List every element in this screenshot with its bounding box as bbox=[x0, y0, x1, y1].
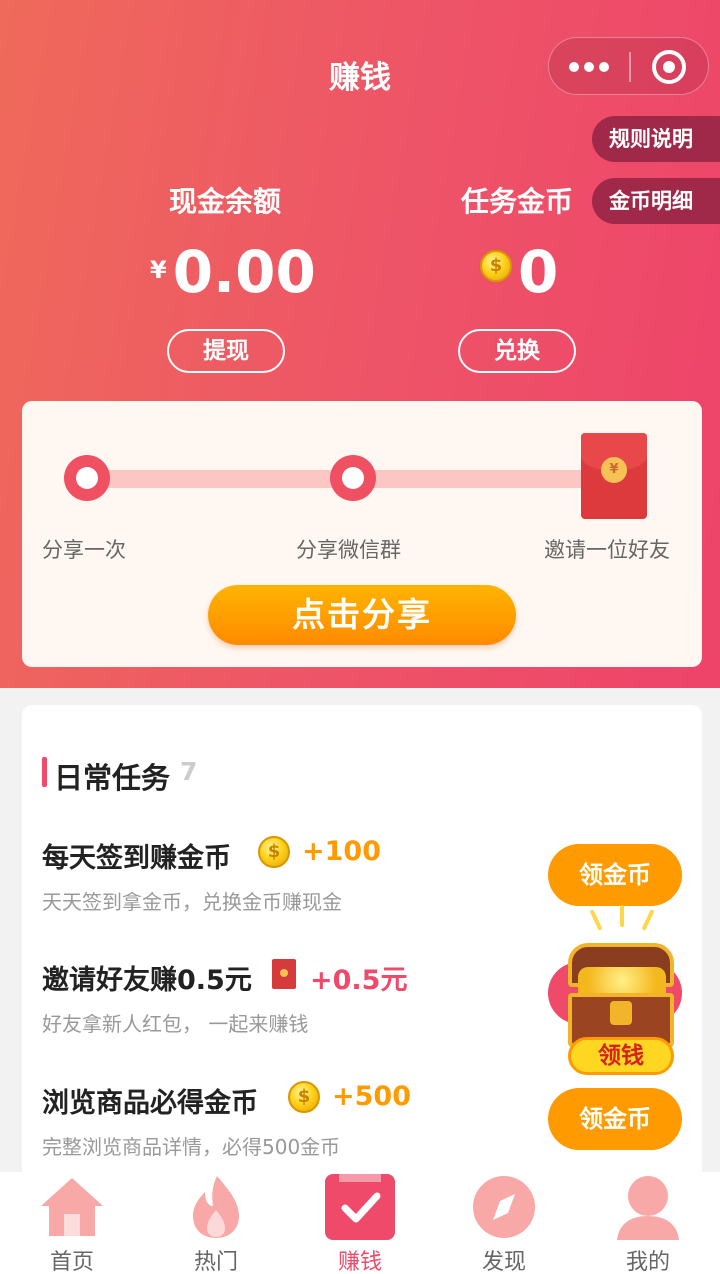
task-title-checkin: 每天签到赚金币 bbox=[42, 843, 231, 874]
task-subtitle-checkin: 天天签到拿金币，兑换金币赚现金 bbox=[42, 890, 342, 914]
step-dot-2 bbox=[330, 455, 376, 501]
earn-checklist-icon bbox=[325, 1174, 395, 1240]
bottom-tab-bar: 首页 热门 赚钱 发现 我的 bbox=[0, 1172, 720, 1274]
coins-amount: 0 bbox=[518, 238, 559, 306]
task-reward-browse: +500 bbox=[332, 1081, 411, 1112]
cash-balance-label: 现金余额 bbox=[168, 185, 281, 218]
chest-ray bbox=[641, 909, 655, 931]
close-mini-program-icon[interactable] bbox=[652, 50, 686, 84]
tab-label-discover: 发现 bbox=[481, 1250, 526, 1274]
capsule-divider bbox=[629, 52, 631, 82]
rules-tab[interactable]: 规则说明 bbox=[592, 116, 720, 162]
compass-icon bbox=[473, 1176, 535, 1238]
exchange-button[interactable]: 兑换 bbox=[458, 329, 576, 373]
tab-home[interactable]: 首页 bbox=[0, 1172, 144, 1274]
step-label-2: 分享微信群 bbox=[296, 538, 401, 562]
withdraw-button[interactable]: 提现 bbox=[167, 329, 285, 373]
cash-balance-value: ¥0.00 bbox=[150, 238, 316, 306]
task-reward-checkin: +100 bbox=[302, 836, 381, 867]
currency-symbol: ¥ bbox=[150, 256, 167, 284]
chest-ray bbox=[620, 905, 624, 927]
section-accent-bar bbox=[42, 757, 47, 787]
chest-lock-icon bbox=[610, 1001, 632, 1025]
coin-details-tab[interactable]: 金币明细 bbox=[592, 178, 720, 224]
share-button[interactable]: 点击分享 bbox=[208, 585, 516, 645]
more-icon[interactable] bbox=[569, 56, 619, 78]
treasure-chest-widget[interactable]: 领钱 bbox=[558, 905, 686, 1080]
chest-ray bbox=[589, 909, 603, 931]
tab-discover[interactable]: 发现 bbox=[432, 1172, 576, 1274]
step-label-1: 分享一次 bbox=[42, 538, 126, 562]
tab-profile[interactable]: 我的 bbox=[576, 1172, 720, 1274]
tab-label-profile: 我的 bbox=[625, 1250, 670, 1274]
task-coins-value: 0 bbox=[480, 238, 558, 306]
daily-tasks-title: 日常任务 bbox=[54, 761, 171, 795]
red-packet-seal: ¥ bbox=[601, 457, 627, 483]
red-packet-icon bbox=[272, 959, 296, 989]
tab-label-hot: 热门 bbox=[193, 1250, 238, 1274]
step-dot-1 bbox=[64, 455, 110, 501]
flame-icon bbox=[193, 1176, 239, 1238]
cash-amount: 0.00 bbox=[172, 238, 316, 306]
claim-coins-button-checkin[interactable]: 领金币 bbox=[548, 844, 682, 906]
user-icon bbox=[617, 1176, 679, 1240]
task-subtitle-invite: 好友拿新人红包， 一起来赚钱 bbox=[42, 1012, 309, 1036]
step-label-3: 邀请一位好友 bbox=[544, 538, 670, 562]
task-coins-label: 任务金币 bbox=[460, 185, 573, 218]
chest-label: 领钱 bbox=[568, 1037, 674, 1075]
tab-hot[interactable]: 热门 bbox=[144, 1172, 288, 1274]
mini-program-capsule bbox=[548, 37, 709, 95]
daily-tasks-count: 7 bbox=[180, 757, 198, 786]
coin-icon bbox=[288, 1081, 320, 1113]
coin-icon bbox=[480, 250, 512, 282]
home-icon bbox=[41, 1178, 103, 1236]
task-title-invite: 邀请好友赚0.5元 bbox=[42, 965, 252, 996]
task-title-browse: 浏览商品必得金币 bbox=[42, 1088, 258, 1119]
tab-earn[interactable]: 赚钱 bbox=[288, 1172, 432, 1274]
tab-label-home: 首页 bbox=[49, 1250, 94, 1274]
coin-icon bbox=[258, 836, 290, 868]
task-reward-invite: +0.5元 bbox=[310, 965, 408, 996]
tab-label-earn: 赚钱 bbox=[337, 1250, 382, 1274]
task-subtitle-browse: 完整浏览商品详情，必得500金币 bbox=[42, 1135, 341, 1159]
red-packet-icon: ¥ bbox=[581, 433, 647, 519]
claim-coins-button-browse[interactable]: 领金币 bbox=[548, 1088, 682, 1150]
